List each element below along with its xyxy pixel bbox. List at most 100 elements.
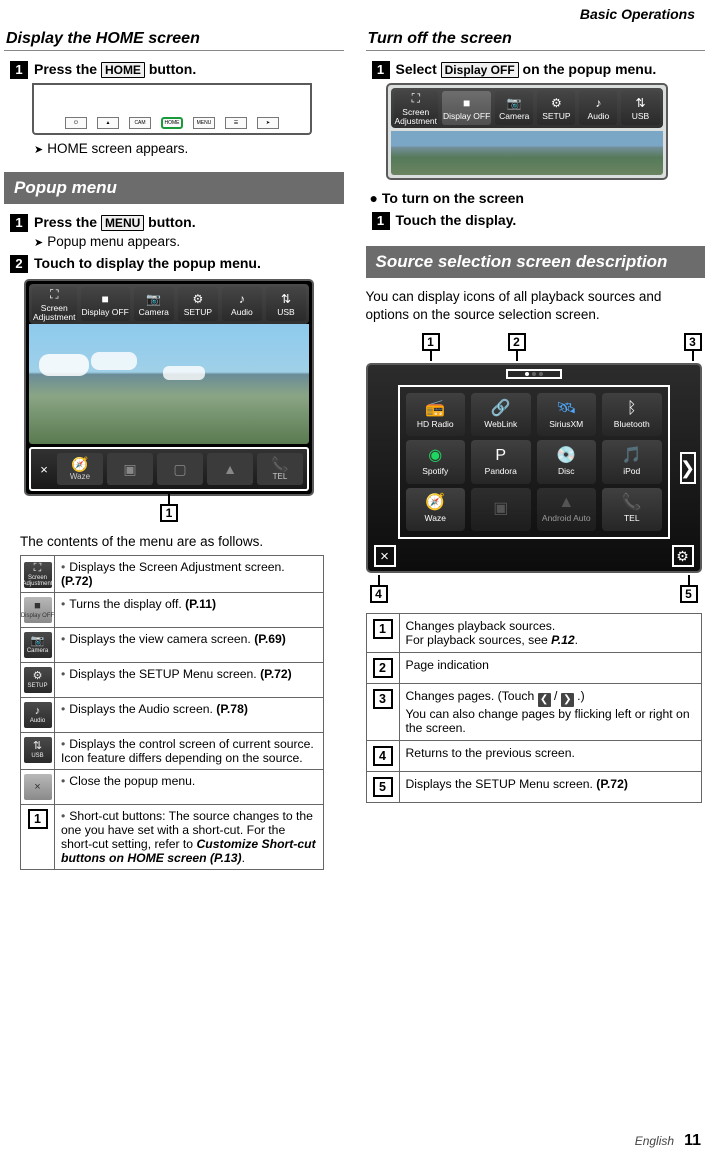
popup-menu-table: ⛶Screen Adjustment Displays the Screen Ad… — [20, 555, 324, 870]
source-item[interactable]: ᛒBluetooth — [602, 393, 662, 436]
popup-item-icon: ■ — [102, 292, 109, 306]
source-icon: 🧭 — [425, 495, 445, 511]
popup-item-usb[interactable]: ⇅ USB — [266, 287, 306, 321]
source-item[interactable]: 📞TEL — [602, 488, 662, 531]
popup-item-screen[interactable]: ⛶Screen Adjustment — [394, 91, 439, 125]
popup-item-audio[interactable]: ♪Audio — [222, 287, 262, 321]
source-item[interactable]: 🧭Waze — [406, 488, 466, 531]
source-item[interactable]: ▣ — [471, 488, 531, 531]
table-desc: Displays the view camera screen. (P.69) — [61, 632, 286, 646]
popup-item-icon: ⇅ — [635, 96, 645, 110]
source-icon: P — [495, 448, 506, 464]
popup-item-label: USB — [632, 112, 649, 121]
source-item[interactable]: 🔗WebLink — [471, 393, 531, 436]
source-item[interactable]: ▲Android Auto — [537, 488, 597, 531]
popup-item-icon: ⇅ — [281, 292, 291, 306]
callout-tag-4: 4 — [370, 585, 388, 603]
table-desc: Returns to the previous screen. — [406, 746, 575, 760]
shortcut-icon: 📞 — [271, 457, 288, 471]
close-icon[interactable]: × — [35, 462, 53, 477]
subhead-turn-on: To turn on the screen — [370, 190, 706, 206]
popup-strip-screenshot: ⛶Screen Adjustment ■ Display OFF 📷 Camera ⚙ SE… — [386, 83, 668, 180]
source-item[interactable]: PPandora — [471, 440, 531, 483]
popup-screenshot: ⛶Screen Adjustment ■ Display OFF 📷Camera⚙SE… — [24, 279, 314, 496]
popup-item-setup[interactable]: ⚙ SETUP — [537, 91, 575, 125]
panel-button: CAM — [129, 117, 151, 129]
close-icon[interactable]: × — [374, 545, 396, 567]
popup-item-icon: 📷 — [507, 96, 522, 110]
shortcut-cell[interactable]: 🧭Waze — [57, 453, 103, 485]
popup-item-icon: ♪ — [239, 292, 245, 306]
popup-item-icon: ⚙ — [192, 292, 203, 306]
page-footer: English 11 — [635, 1132, 701, 1150]
popup-item-label: Screen Adjustment — [33, 304, 76, 321]
popup-item-camera[interactable]: 📷 Camera — [495, 91, 533, 125]
heading-turn-off: Turn off the screen — [366, 26, 706, 51]
turnon-step-1: 1 Touch the display. — [372, 212, 706, 230]
popup-item-label: Screen Adjustment — [395, 108, 438, 125]
step-text: Touch the display. — [396, 212, 706, 228]
table-desc: Displays the Screen Adjustment screen. (… — [61, 560, 285, 588]
left-column: Display the HOME screen 1 Press the HOME… — [2, 26, 344, 878]
popup-item-setup[interactable]: ⚙SETUP — [178, 287, 218, 321]
panel-button: ➤ — [257, 117, 279, 129]
subsection-popup-menu: Popup menu — [4, 172, 344, 204]
popup-item-label: Display OFF — [82, 308, 129, 317]
popup-item-screen[interactable]: ⛶Screen Adjustment — [32, 287, 77, 321]
callout-tag-1: 1 — [422, 333, 440, 351]
step-number: 1 — [372, 61, 390, 79]
table-desc: Displays the control screen of current s… — [61, 737, 314, 765]
home-result: HOME screen appears. — [34, 141, 344, 156]
popup-item-display[interactable]: ■ Display OFF — [81, 287, 130, 321]
shortcut-cell[interactable]: 📞TEL — [257, 453, 303, 485]
source-icon: 📞 — [622, 495, 642, 511]
step-text: Press the MENU button. — [34, 214, 344, 231]
source-item[interactable]: 🛰SiriusXM — [537, 393, 597, 436]
popup-item-label: SETUP — [542, 112, 570, 121]
source-icon: 💿 — [556, 448, 576, 464]
table-desc: Close the popup menu. — [61, 774, 195, 788]
table-icon: × — [24, 774, 52, 800]
callout-box-3: 3 — [373, 689, 393, 709]
callout-tag-5: 5 — [680, 585, 698, 603]
home-button-label: HOME — [101, 62, 145, 78]
popup-item-label: Audio — [588, 112, 610, 121]
shortcut-cell[interactable]: ▲ — [207, 453, 253, 485]
panel-button: ☰ — [225, 117, 247, 129]
popup-item-camera[interactable]: 📷Camera — [134, 287, 174, 321]
source-callout-table: 1Changes playback sources.For playback s… — [366, 613, 702, 803]
panel-button: ▲ — [97, 117, 119, 129]
source-item[interactable]: 📻HD Radio — [406, 393, 466, 436]
panel-button: ⏻ — [65, 117, 87, 129]
popup-item-icon: ⚙ — [551, 96, 562, 110]
popup-item-label: Display OFF — [443, 112, 490, 121]
popup-item-audio[interactable]: ♪ Audio — [579, 91, 617, 125]
shortcut-cell[interactable]: ▣ — [107, 453, 153, 485]
popup-item-icon: ♪ — [595, 96, 601, 110]
next-page-icon[interactable]: ❯ — [680, 452, 696, 484]
source-item[interactable]: ◉Spotify — [406, 440, 466, 483]
popup-item-label: USB — [277, 308, 294, 317]
popup-step-2: 2 Touch to display the popup menu. — [10, 255, 344, 273]
popup-table-caption: The contents of the menu are as follows. — [20, 534, 344, 549]
popup-item-icon: 📷 — [146, 292, 161, 306]
table-icon: ⛶Screen Adjustment — [24, 562, 52, 588]
heading-display-home: Display the HOME screen — [4, 26, 344, 51]
shortcut-icon: ▲ — [223, 462, 237, 476]
popup-item-display[interactable]: ■ Display OFF — [442, 91, 491, 125]
source-item[interactable]: 🎵iPod — [602, 440, 662, 483]
gear-icon[interactable]: ⚙ — [672, 545, 694, 567]
right-column: Turn off the screen 1 Select Display OFF… — [364, 26, 706, 878]
shortcut-cell[interactable]: ▢ — [157, 453, 203, 485]
source-icon: ▣ — [493, 501, 508, 517]
popup-item-icon: ■ — [463, 96, 470, 110]
subsection-source-selection: Source selection screen description — [366, 246, 706, 278]
source-icon: 🎵 — [622, 448, 642, 464]
source-screenshot-wrap: 123 📻HD Radio🔗WebLink🛰SiriusXMᛒBluetooth… — [366, 333, 702, 603]
popup-item-label: Camera — [499, 112, 529, 121]
source-item[interactable]: 💿Disc — [537, 440, 597, 483]
popup-step-1: 1 Press the MENU button. — [10, 214, 344, 232]
callout-tag-3: 3 — [684, 333, 702, 351]
table-desc: Displays the SETUP Menu screen. (P.72) — [61, 667, 292, 681]
popup-item-usb[interactable]: ⇅ USB — [621, 91, 659, 125]
